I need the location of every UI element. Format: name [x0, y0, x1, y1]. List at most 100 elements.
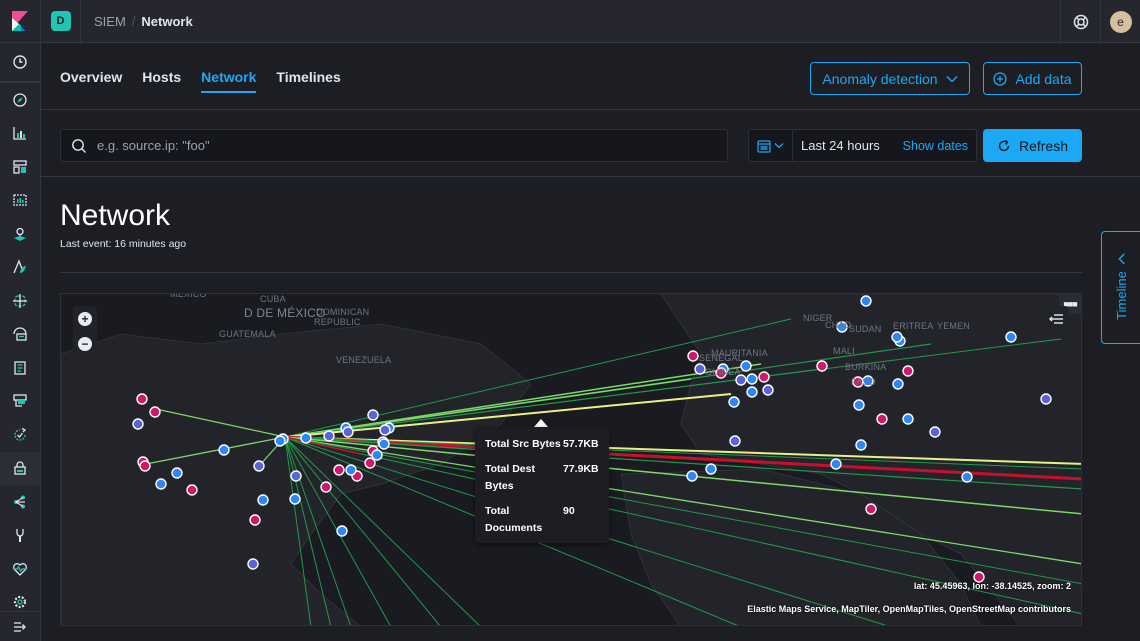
map-point[interactable] [891, 331, 903, 343]
map-point[interactable] [729, 435, 741, 447]
anomaly-detection-button[interactable]: Anomaly detection [810, 62, 970, 95]
map-point[interactable] [345, 464, 357, 476]
tabs-row: Overview Hosts Network Timelines Anomaly… [41, 43, 1140, 110]
network-map[interactable]: NorwayEstoniaLatviaMoscowМоскваUnitedKin… [60, 293, 1082, 626]
nav-canvas[interactable] [0, 184, 40, 218]
map-point[interactable] [249, 514, 261, 526]
map-point[interactable] [816, 360, 828, 372]
map-point[interactable] [865, 503, 877, 515]
map-point[interactable] [902, 365, 914, 377]
map-point[interactable] [155, 478, 167, 490]
map-label: Faso [851, 377, 876, 387]
map-point[interactable] [1040, 393, 1052, 405]
help-button[interactable] [1060, 0, 1100, 43]
map-point[interactable] [705, 463, 717, 475]
nav-dashboard[interactable] [0, 150, 40, 184]
map-point[interactable] [253, 460, 265, 472]
map-point[interactable] [855, 439, 867, 451]
nav-uptime[interactable] [0, 385, 40, 419]
map-point[interactable] [876, 413, 888, 425]
add-data-label: Add data [1015, 70, 1072, 87]
map-point[interactable] [746, 386, 758, 398]
map-point[interactable] [290, 470, 302, 482]
add-data-button[interactable]: Add data [983, 62, 1082, 95]
search-input[interactable] [97, 138, 697, 153]
map-point[interactable] [289, 493, 301, 505]
map-point[interactable] [149, 406, 161, 418]
nav-visualize[interactable] [0, 117, 40, 151]
nav-maps[interactable] [0, 217, 40, 251]
nav-recently-viewed[interactable] [0, 43, 40, 83]
nav-collapse-button[interactable] [0, 611, 40, 641]
map-point[interactable] [762, 384, 774, 396]
timeline-flyout-button[interactable]: Timeline [1101, 231, 1140, 344]
nav-dev-tools[interactable] [0, 519, 40, 553]
nav-monitoring[interactable] [0, 552, 40, 586]
map-point[interactable] [961, 471, 973, 483]
map-point[interactable] [300, 432, 312, 444]
nav-logs[interactable] [0, 318, 40, 352]
nav-graph[interactable] [0, 485, 40, 519]
refresh-button[interactable]: Refresh [983, 129, 1082, 162]
tab-network[interactable]: Network [201, 69, 257, 93]
map-point[interactable] [218, 444, 230, 456]
uptime-icon [13, 394, 27, 407]
map-point[interactable] [171, 467, 183, 479]
map-point[interactable] [694, 363, 706, 375]
space-selector[interactable]: D [41, 0, 81, 43]
map-point[interactable] [379, 424, 391, 436]
tab-overview[interactable]: Overview [60, 69, 122, 93]
refresh-icon [998, 139, 1010, 151]
map-point[interactable] [1005, 331, 1017, 343]
map-point[interactable] [136, 393, 148, 405]
map-point[interactable] [853, 399, 865, 411]
map-point[interactable] [830, 458, 842, 470]
map-point[interactable] [186, 484, 198, 496]
map-point[interactable] [323, 430, 335, 442]
map-point[interactable] [686, 470, 698, 482]
tab-hosts[interactable]: Hosts [142, 69, 181, 93]
map-point[interactable] [364, 457, 376, 469]
map-point[interactable] [371, 449, 383, 461]
user-menu-button[interactable]: e [1100, 0, 1140, 43]
map-point[interactable] [892, 378, 904, 390]
breadcrumb: SIEM / Network [94, 14, 193, 29]
map-point[interactable] [320, 481, 332, 493]
nav-infrastructure[interactable] [0, 284, 40, 318]
nav-machine-learning[interactable] [0, 251, 40, 285]
map-point[interactable] [367, 409, 379, 421]
map-point[interactable] [378, 438, 390, 450]
nav-siem[interactable] [0, 451, 40, 485]
map-point[interactable] [132, 418, 144, 430]
nav-siem-alerts[interactable] [0, 418, 40, 452]
quick-select-button[interactable] [749, 130, 793, 161]
map-point[interactable] [336, 525, 348, 537]
map-point[interactable] [860, 295, 872, 307]
layer-control-button[interactable] [1043, 306, 1069, 332]
kql-search-bar[interactable] [60, 129, 728, 162]
map-point[interactable] [929, 426, 941, 438]
map-attribution[interactable]: Elastic Maps Service, MapTiler, OpenMapT… [747, 604, 1071, 614]
refresh-label: Refresh [1018, 137, 1069, 154]
date-range-label[interactable]: Last 24 hours [801, 138, 880, 153]
map-point[interactable] [728, 396, 740, 408]
show-dates-link[interactable]: Show dates [903, 139, 968, 153]
map-point[interactable] [139, 460, 151, 472]
map-point[interactable] [746, 373, 758, 385]
nav-discover[interactable] [0, 83, 40, 117]
map-point[interactable] [758, 371, 770, 383]
map-point[interactable] [687, 350, 699, 362]
map-point[interactable] [274, 435, 286, 447]
tab-timelines[interactable]: Timelines [276, 69, 340, 93]
zoom-in-button[interactable]: + [78, 311, 92, 326]
map-point[interactable] [247, 558, 259, 570]
breadcrumb-siem[interactable]: SIEM [94, 14, 126, 29]
nav-apm[interactable] [0, 351, 40, 385]
tooltip-label: Total Documents [485, 505, 543, 534]
map-point[interactable] [342, 426, 354, 438]
kibana-logo[interactable] [0, 0, 41, 43]
map-point[interactable] [257, 494, 269, 506]
map-point[interactable] [333, 464, 345, 476]
zoom-out-button[interactable]: − [78, 336, 92, 351]
map-point[interactable] [902, 413, 914, 425]
